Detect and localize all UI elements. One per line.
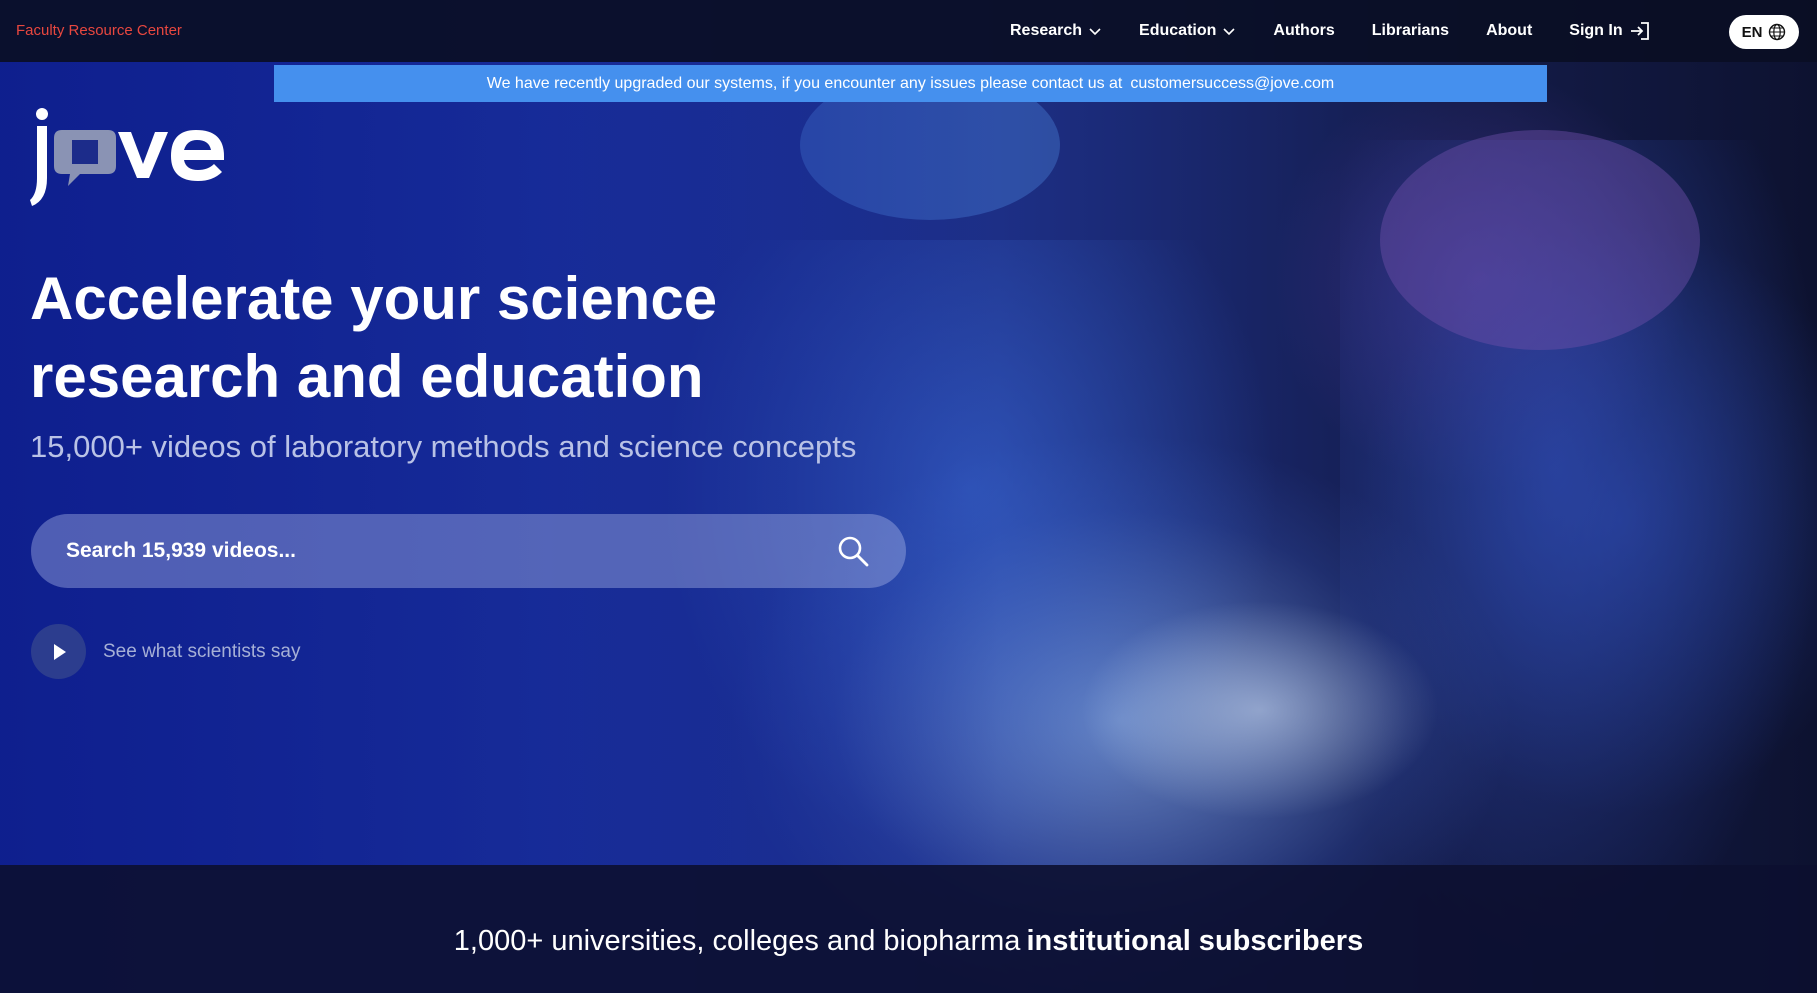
main-nav: Research Education Authors Librarians Ab… [1010, 0, 1651, 62]
nav-authors-label: Authors [1273, 22, 1335, 39]
subscribers-text: 1,000+ universities, colleges and biopha… [0, 925, 1817, 958]
nav-librarians[interactable]: Librarians [1372, 22, 1449, 40]
search-icon[interactable] [836, 534, 870, 568]
system-notice-banner: We have recently upgraded our systems, i… [274, 65, 1547, 102]
notice-email-link[interactable]: customersuccess@jove.com [1130, 75, 1334, 93]
search-bar [31, 514, 906, 588]
nav-research[interactable]: Research [1010, 22, 1102, 40]
nav-librarians-label: Librarians [1371, 22, 1450, 39]
globe-icon [1769, 23, 1786, 41]
subscribers-strong-text: institutional subscribers [1026, 925, 1364, 957]
chevron-down-icon [1089, 28, 1101, 36]
subscribers-count-text: 1,000+ universities, colleges and biopha… [453, 925, 1021, 957]
language-label: EN [1741, 23, 1763, 41]
chevron-down-icon [1223, 28, 1235, 36]
top-nav-bar: Faculty Resource Center Research Educati… [0, 0, 1817, 62]
background-cap-right [1380, 130, 1700, 350]
sign-in-icon [1630, 22, 1649, 40]
play-label: See what scientists say [103, 640, 301, 662]
hero-subtitle: 15,000+ videos of laboratory methods and… [30, 429, 857, 464]
hero-title: Accelerate your science research and edu… [30, 260, 790, 416]
hero-title-line1: Accelerate your science [30, 265, 718, 332]
page: Faculty Resource Center Research Educati… [0, 0, 1817, 993]
jove-logo[interactable] [28, 108, 228, 208]
see-what-scientists-say-link[interactable]: See what scientists say [31, 624, 300, 679]
language-selector[interactable]: EN [1729, 15, 1799, 49]
nav-research-label: Research [1010, 22, 1083, 39]
nav-education-label: Education [1139, 22, 1217, 39]
nav-about[interactable]: About [1486, 22, 1532, 40]
hero-title-line2: research and education [30, 343, 704, 410]
background-surgeon-right [1340, 140, 1817, 960]
play-button[interactable] [31, 624, 86, 679]
background-light [1080, 600, 1440, 820]
sign-in-button[interactable]: Sign In [1569, 21, 1650, 41]
notice-text: We have recently upgraded our systems, i… [486, 74, 1123, 92]
sign-in-label: Sign In [1569, 22, 1623, 39]
nav-authors[interactable]: Authors [1273, 22, 1334, 40]
nav-education[interactable]: Education [1139, 22, 1236, 40]
play-icon [53, 643, 66, 660]
nav-about-label: About [1486, 22, 1533, 39]
faculty-resource-center-link[interactable]: Faculty Resource Center [16, 22, 182, 39]
search-input[interactable] [64, 538, 836, 564]
